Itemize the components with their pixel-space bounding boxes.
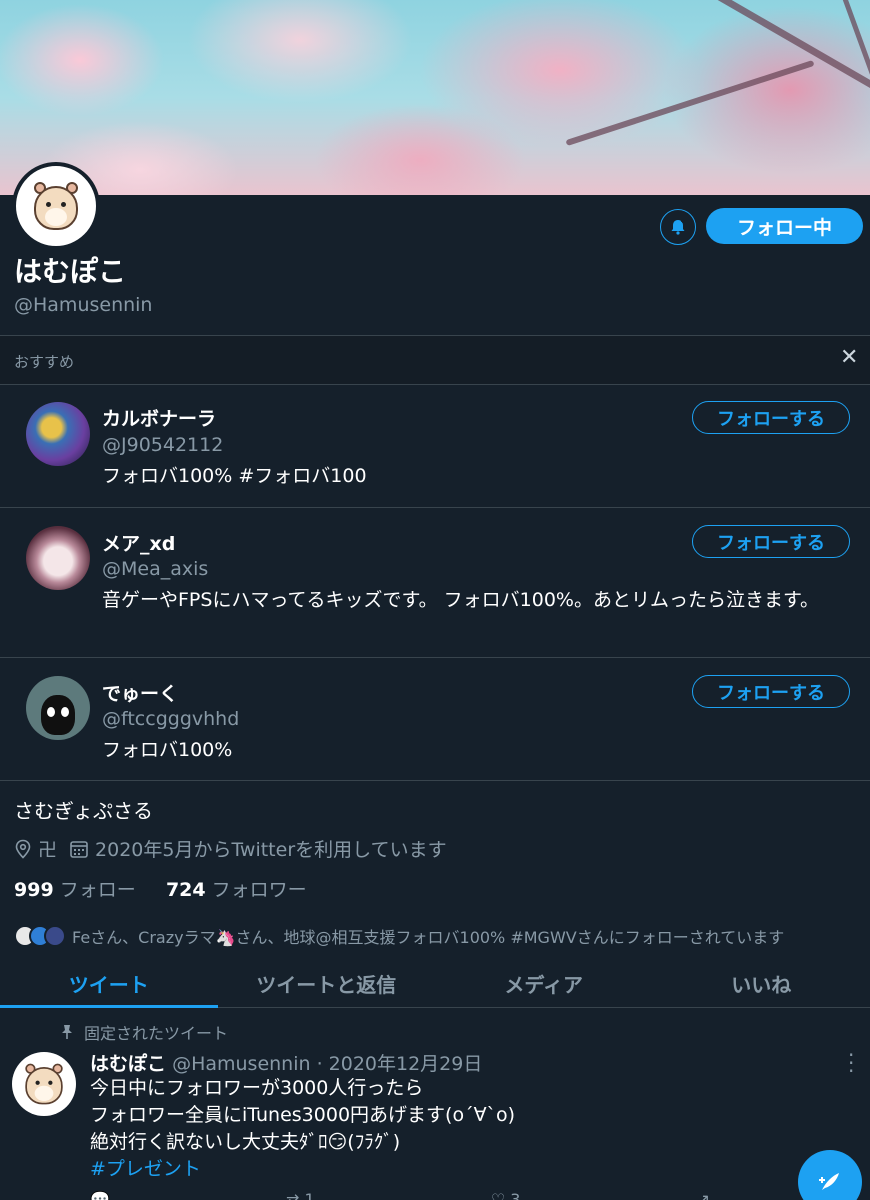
tweet-line: フォロワー全員にiTunes3000円あげます(o´∀`o)	[90, 1104, 516, 1126]
tweet-author-avatar[interactable]	[12, 1052, 76, 1116]
user-avatar[interactable]	[26, 676, 90, 740]
recommended-user-name[interactable]: メア_xd	[102, 529, 175, 556]
follower-avatar	[44, 925, 66, 947]
following-count: 999	[14, 879, 54, 901]
recommended-user-bio: フォロバ100% #フォロバ100	[102, 465, 367, 487]
pinned-label-text: 固定されたツイート	[84, 1024, 229, 1043]
profile-stats: 999 フォロー 724 フォロワー	[14, 875, 307, 902]
profile-meta: 卍 2020年5月からTwitterを利用しています	[14, 835, 447, 862]
profile-location: 卍	[38, 839, 58, 861]
profile-name: はむぽこ	[14, 255, 127, 288]
tweet-line: 今日中にフォロワーが3000人行ったら	[90, 1077, 424, 1099]
profile-avatar[interactable]	[12, 162, 100, 250]
share-button[interactable]: ↗	[697, 1190, 710, 1200]
hamster-avatar-image	[28, 180, 84, 232]
like-count: 3	[510, 1190, 521, 1200]
tweet-hashtag[interactable]: #プレゼント	[90, 1156, 780, 1183]
compose-icon	[819, 1173, 839, 1190]
compose-tweet-button[interactable]	[798, 1150, 862, 1200]
recommended-user-name[interactable]: でゅーく	[102, 679, 178, 706]
pinned-label: 固定されたツイート	[60, 1020, 228, 1044]
like-button[interactable]: ♡ 3	[491, 1190, 521, 1200]
tab-tweets[interactable]: ツイート	[0, 960, 218, 1008]
tweet-actions: 💬 ⇄ 1 ♡ 3 ↗	[90, 1190, 710, 1200]
following-label: フォロー	[59, 879, 136, 901]
followed-by-text: Feさん、Crazyラマ🦄さん、地球@相互支援フォロバ100% #MGWVさんに…	[72, 928, 785, 947]
user-avatar[interactable]	[26, 402, 90, 466]
tab-media[interactable]: メディア	[435, 960, 653, 1007]
tweet-text: 今日中にフォロワーが3000人行ったら フォロワー全員にiTunes3000円あ…	[90, 1075, 780, 1183]
tweet-author-name[interactable]: はむぽこ	[90, 1053, 166, 1075]
tab-tweets-replies[interactable]: ツイートと返信	[218, 960, 436, 1007]
notification-bell-button[interactable]	[660, 209, 696, 245]
followers-count: 724	[165, 879, 206, 901]
follow-button[interactable]: フォローする	[692, 675, 850, 708]
location-pin-icon	[15, 839, 31, 859]
pin-icon	[62, 1025, 72, 1039]
recommended-user-name[interactable]: カルボナーラ	[102, 404, 216, 431]
followers-stat[interactable]: 724 フォロワー	[166, 879, 307, 901]
followers-label: フォロワー	[211, 879, 307, 901]
follow-button[interactable]: フォローする	[692, 525, 850, 558]
banner-branch	[711, 0, 870, 97]
tweet-line: 絶対行く訳ないし大丈夫ﾀﾞﾛ😏(ﾌﾗｸﾞ)	[90, 1131, 401, 1153]
divider	[0, 780, 870, 781]
tab-likes[interactable]: いいね	[653, 960, 870, 1007]
tweet-meta: @Hamusennin · 2020年12月29日	[172, 1053, 483, 1075]
user-avatar[interactable]	[26, 526, 90, 590]
profile-joined-date: 2020年5月からTwitterを利用しています	[95, 839, 447, 861]
profile-handle: @Hamusennin	[14, 294, 153, 316]
retweet-button[interactable]: ⇄ 1	[286, 1190, 315, 1200]
recommended-user-handle: @ftccgggvhhd	[102, 708, 240, 730]
recommended-user-handle: @Mea_axis	[102, 558, 209, 580]
following-button[interactable]: フォロー中	[706, 208, 863, 244]
banner-branch	[565, 59, 815, 147]
recommended-user-bio: フォロバ100%	[102, 739, 233, 761]
calendar-icon	[70, 840, 88, 858]
hamster-avatar-image	[20, 1062, 68, 1106]
recommendations-title: おすすめ	[14, 353, 75, 371]
more-options-icon[interactable]: · · ·	[848, 1045, 854, 1081]
divider	[0, 507, 870, 508]
follow-button[interactable]: フォローする	[692, 401, 850, 434]
close-icon[interactable]: ✕	[840, 347, 858, 369]
profile-bio: さむぎょぷさる	[14, 799, 153, 823]
followed-by[interactable]: Feさん、Crazyラマ🦄さん、地球@相互支援フォロバ100% #MGWVさんに…	[14, 924, 784, 948]
profile-tabs: ツイート ツイートと返信 メディア いいね	[0, 960, 870, 1008]
divider	[0, 657, 870, 658]
reply-button[interactable]: 💬	[90, 1190, 110, 1200]
profile-banner[interactable]	[0, 0, 870, 195]
recommendations-header	[0, 336, 870, 384]
following-stat[interactable]: 999 フォロー	[14, 879, 136, 901]
divider	[0, 384, 870, 385]
bell-plus-icon	[671, 219, 685, 235]
recommended-user-handle: @J90542112	[102, 434, 224, 456]
recommended-user-bio: 音ゲーやFPSにハマってるキッズです。 フォロバ100%。あとリムったら泣きます…	[102, 589, 820, 611]
tweet-header: はむぽこ @Hamusennin · 2020年12月29日	[90, 1049, 482, 1076]
retweet-count: 1	[304, 1190, 315, 1200]
